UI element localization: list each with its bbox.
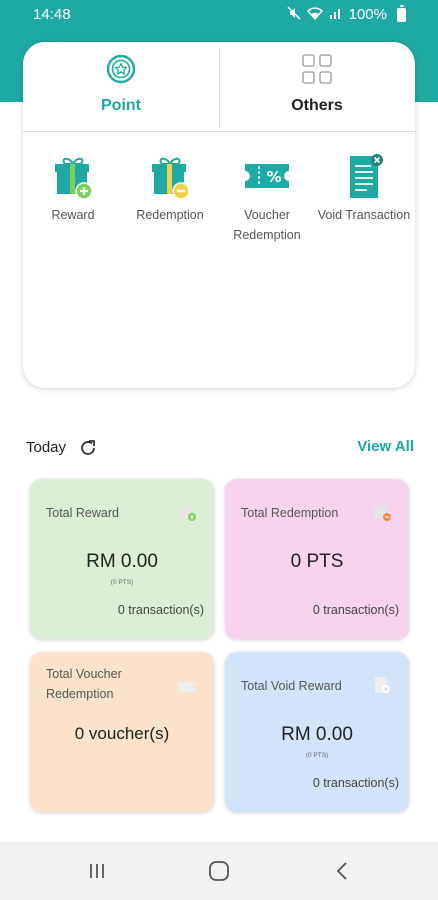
total-voucher-value: 0 voucher(s) (74, 724, 170, 743)
total-redemption-transactions: 0 transaction(s) (312, 603, 399, 617)
tab-others[interactable]: Others (219, 42, 415, 132)
status-time: 14:48 (33, 6, 71, 23)
wifi-icon (306, 6, 323, 23)
total-void-title: Total Void Reward (241, 679, 342, 693)
tab-point-label: Point (101, 97, 141, 114)
total-redemption-card[interactable]: Total Redemption 0 PTS 0 transaction(s) (225, 479, 409, 639)
total-reward-value: RM 0.00 (86, 551, 158, 572)
star-badge-icon (105, 53, 137, 85)
gift-minus-icon (148, 154, 192, 200)
void-transaction-action[interactable]: Void Transaction (316, 154, 412, 225)
tab-bar: Point Others (23, 42, 415, 132)
total-void-value: RM 0.00 (281, 724, 353, 745)
gift-plus-icon (51, 154, 95, 200)
home-icon[interactable] (204, 858, 234, 884)
svg-text:%: % (266, 168, 281, 186)
total-voucher-title: Total Voucher Redemption (46, 667, 122, 701)
reward-action[interactable]: Reward (25, 154, 121, 225)
total-reward-title: Total Reward (46, 506, 119, 520)
total-reward-points: (0 PTS) (110, 579, 134, 586)
grid-icon (301, 53, 333, 85)
voucher-stat-icon (178, 678, 196, 696)
total-redemption-title: Total Redemption (241, 506, 339, 520)
view-all-link[interactable]: View All (357, 438, 414, 455)
refresh-icon[interactable] (78, 438, 98, 458)
status-icons: 100% (287, 4, 406, 23)
total-void-transactions: 0 transaction(s) (312, 776, 399, 790)
total-voucher-redemption-card[interactable]: Total Voucher Redemption 0 voucher(s) (30, 652, 214, 812)
battery-text: 100% (348, 6, 387, 23)
total-reward-card[interactable]: Total Reward RM 0.00 (0 PTS) 0 transacti… (30, 479, 214, 639)
tab-point[interactable]: Point (23, 42, 219, 132)
void-receipt-icon (342, 154, 386, 200)
today-label: Today (26, 439, 67, 456)
total-reward-transactions: 0 transaction(s) (117, 603, 204, 617)
mute-icon (287, 6, 301, 23)
status-bar: 14:48 100% (0, 0, 438, 30)
signal-icon (329, 6, 343, 23)
redemption-label: Redemption (136, 208, 204, 222)
voucher-redemption-action[interactable]: % Voucher Redemption (219, 154, 315, 245)
total-void-points: (0 PTS) (305, 752, 329, 759)
voucher-redemption-label: Voucher Redemption (233, 208, 301, 242)
main-card: Point Others Reward Redemption % Voucher… (23, 42, 415, 388)
voucher-percent-icon: % (245, 154, 289, 200)
reward-stat-icon (178, 503, 196, 521)
void-transaction-label: Void Transaction (317, 208, 411, 222)
back-icon[interactable] (327, 858, 357, 884)
today-row: Today View All (26, 436, 416, 460)
recent-apps-icon[interactable] (82, 858, 112, 884)
void-stat-icon (373, 676, 391, 694)
total-redemption-value: 0 PTS (290, 551, 344, 572)
total-void-reward-card[interactable]: Total Void Reward RM 0.00 (0 PTS) 0 tran… (225, 652, 409, 812)
navigation-bar (0, 842, 438, 900)
redemption-stat-icon (373, 503, 391, 521)
tab-others-label: Others (291, 97, 343, 114)
redemption-action[interactable]: Redemption (122, 154, 218, 225)
battery-icon (397, 4, 406, 22)
reward-label: Reward (51, 208, 95, 222)
